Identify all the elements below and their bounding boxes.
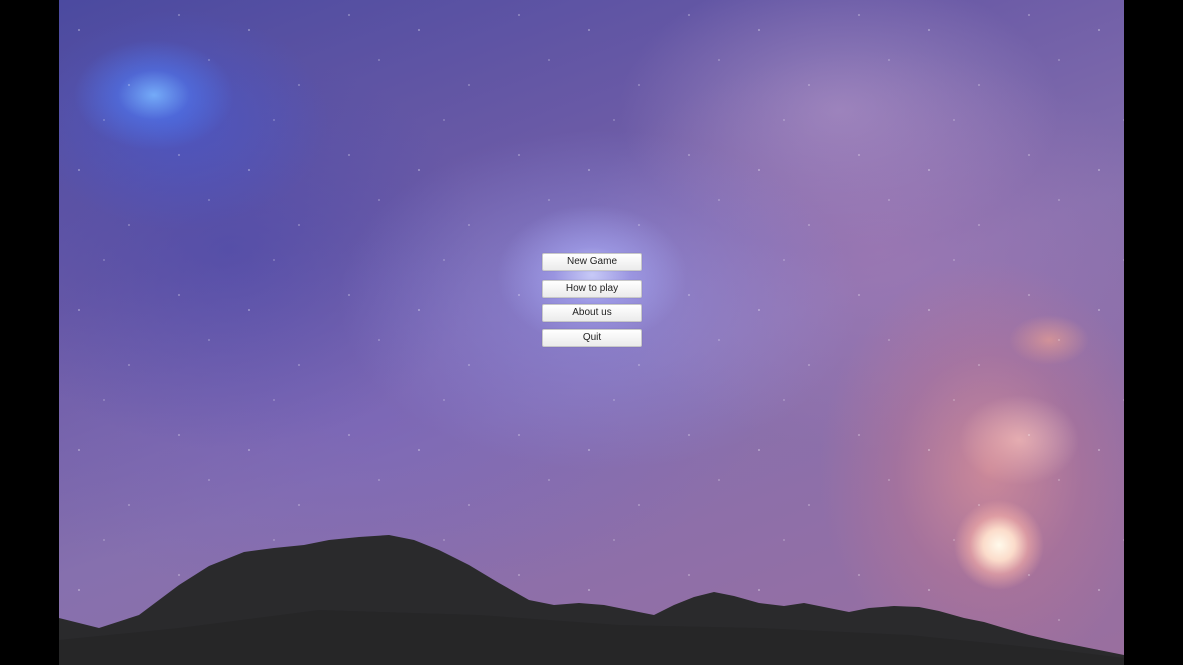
quit-button[interactable]: Quit <box>542 329 642 347</box>
about-us-button[interactable]: About us <box>542 304 642 322</box>
letterbox-left <box>0 0 59 665</box>
game-viewport: New Game How to play About us Quit <box>59 0 1124 665</box>
new-game-button[interactable]: New Game <box>542 253 642 271</box>
how-to-play-button[interactable]: How to play <box>542 280 642 298</box>
letterbox-right <box>1124 0 1183 665</box>
